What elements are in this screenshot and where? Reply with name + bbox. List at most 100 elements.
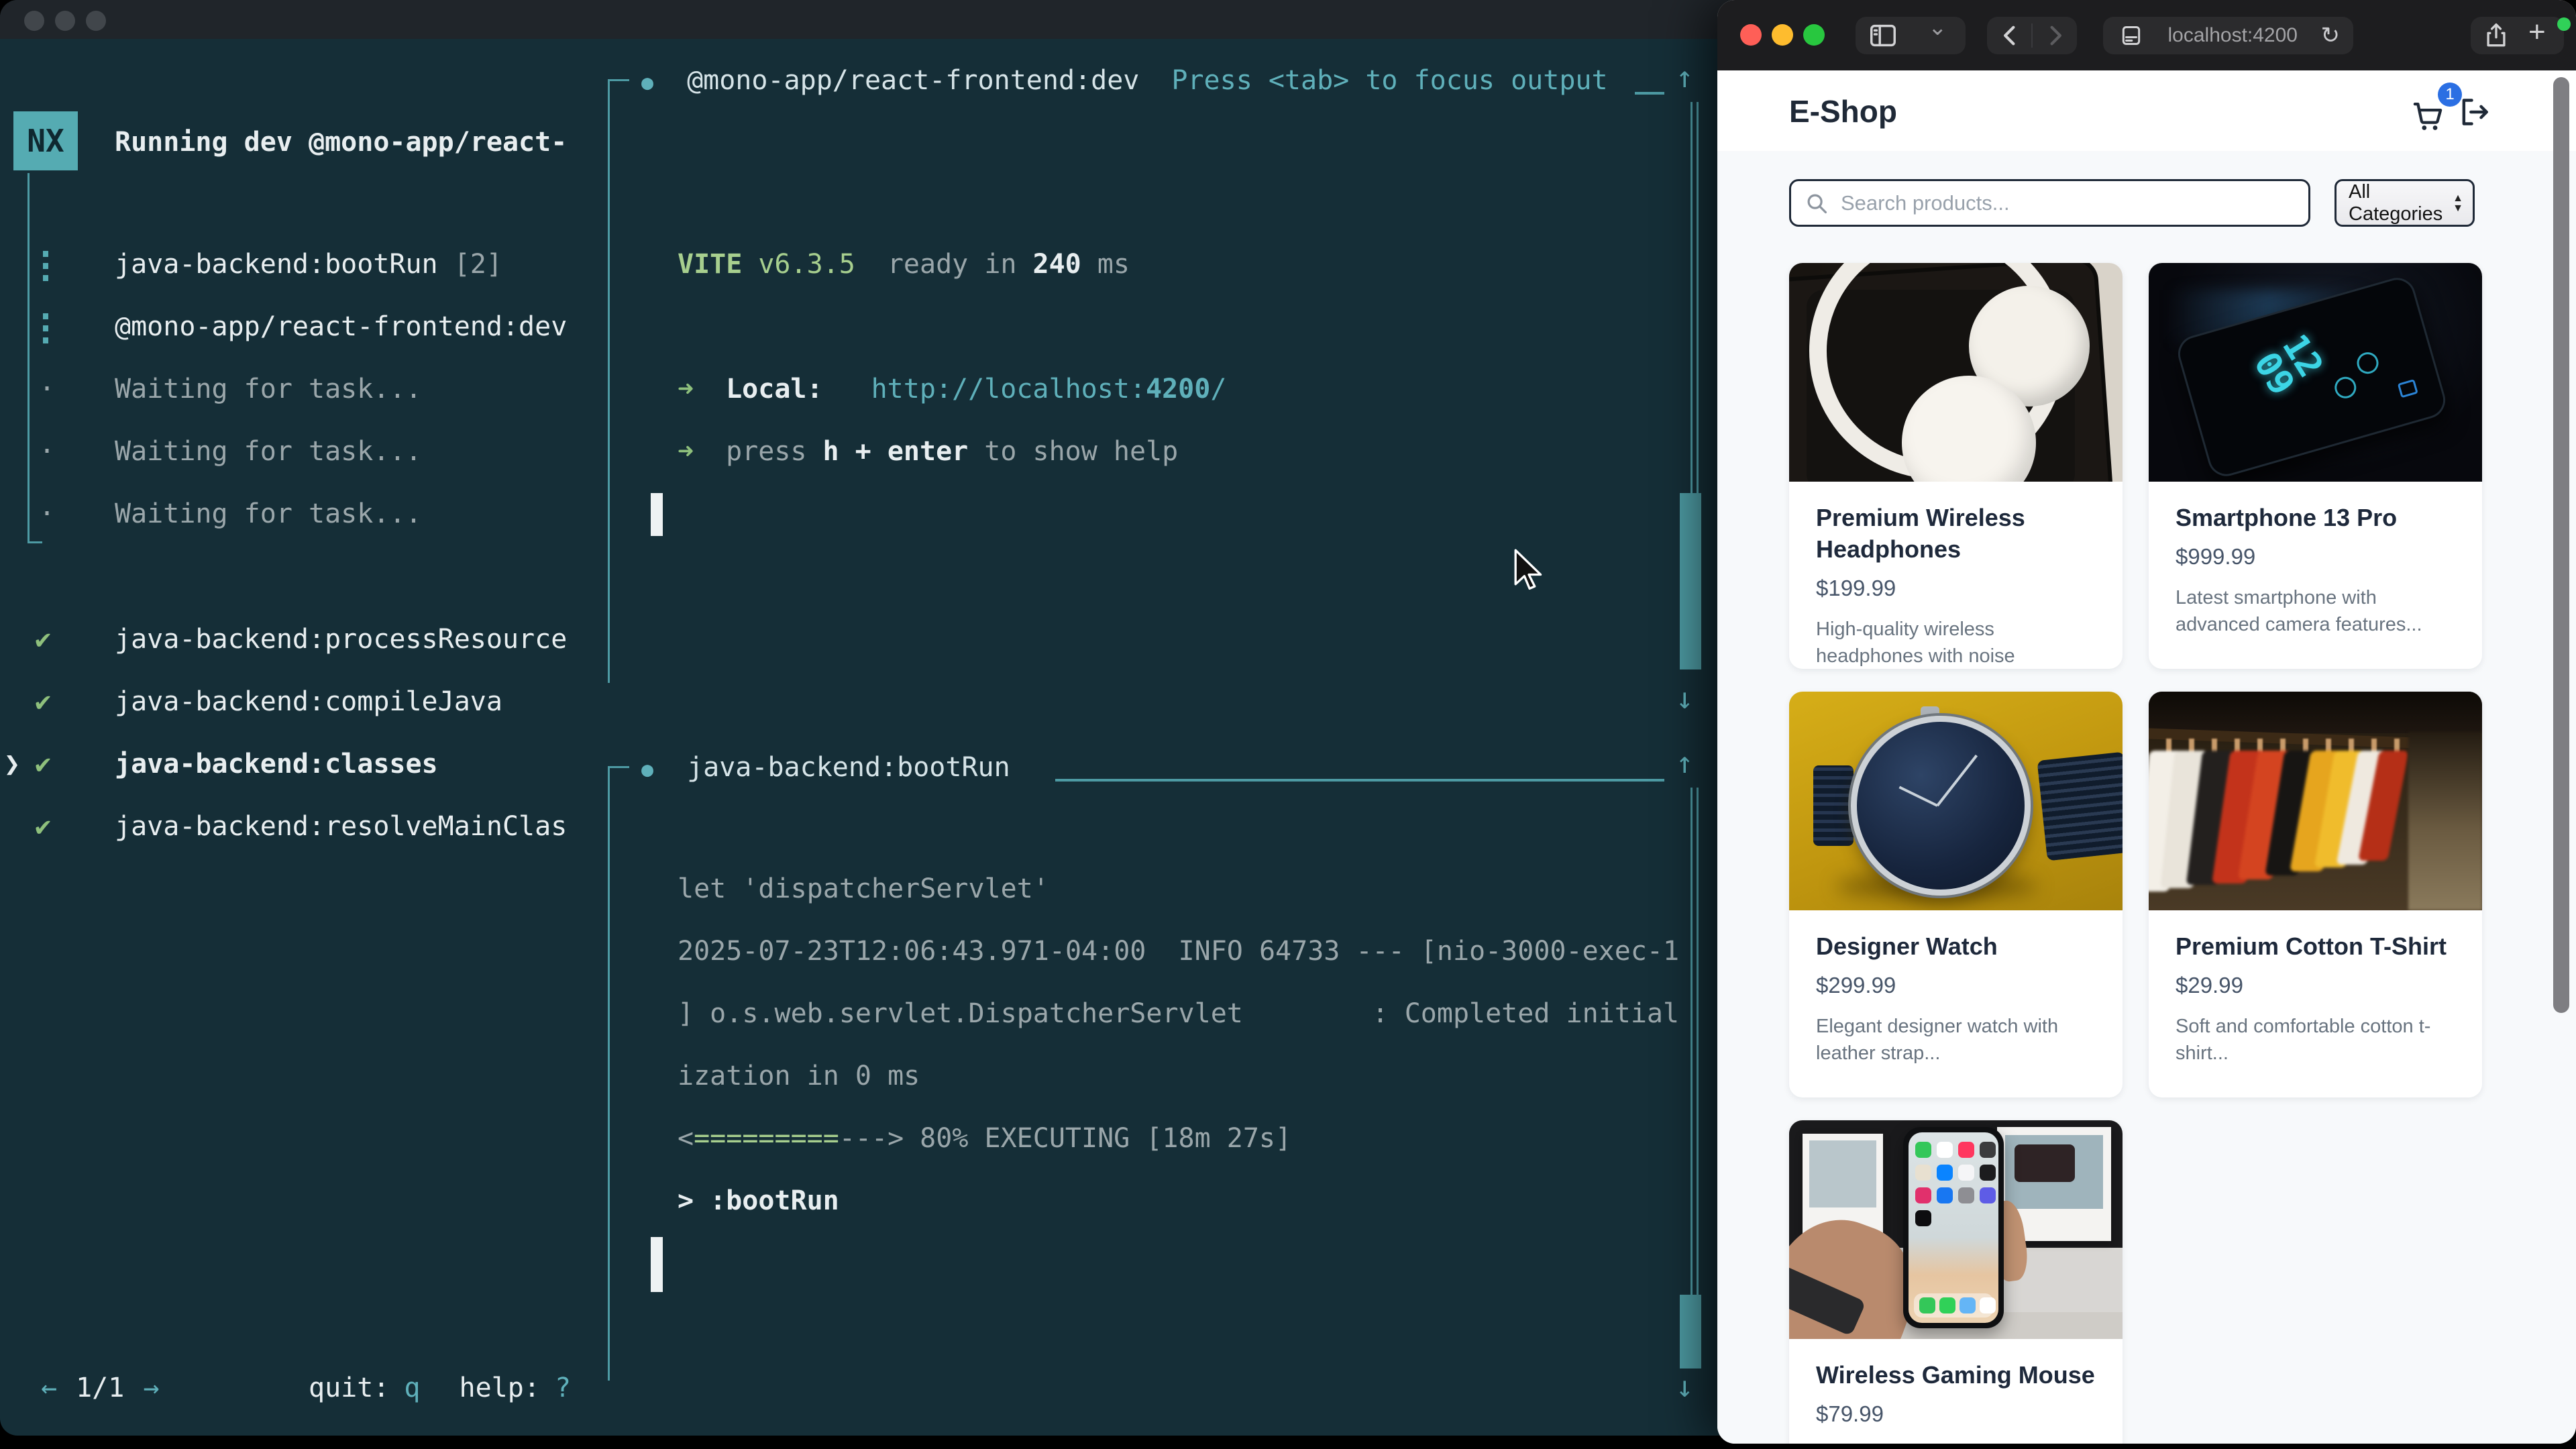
product-description: Soft and comfortable cotton t-shirt... [2176,1013,2455,1067]
vite-label: VITE [678,249,742,280]
close-icon[interactable] [24,11,44,31]
product-price: $79.99 [1816,1401,2096,1427]
arrow-icon: ➜ [678,436,694,467]
share-icon[interactable] [2481,21,2511,50]
mock-phone [1903,1127,2004,1328]
backend-panel-header: ●java-backend:bootRun [641,750,1010,788]
forward-icon[interactable] [2041,21,2069,50]
task-count: [2] [454,249,502,280]
product-card[interactable]: Premium Cotton T-Shirt $29.99 Soft and c… [2149,692,2482,1097]
mock-app [1915,1142,1931,1158]
category-select[interactable]: All Categories ▲▼ [2334,179,2475,227]
url-text[interactable]: localhost:4200 [2145,24,2321,47]
task-tree-line [28,173,30,543]
url-prefix: http://localhost: [871,374,1146,405]
terminal-window: NX Running dev @mono-app/react- java-bac… [0,0,1744,1436]
product-image-smartphone-ambient-display: 1209 [2149,263,2482,482]
nx-logo: NX [13,111,78,170]
product-info: Smartphone 13 Pro $999.99 Latest smartph… [2149,482,2482,638]
list-item: @mono-app/react-frontend:dev [115,309,567,344]
mouse-cursor-icon [1513,549,1544,593]
product-name: Premium Wireless Headphones [1816,502,2096,565]
browser-toolbar: ⌄ localhost:4200 ↻ [1717,0,2576,70]
select-arrows-icon: ▲▼ [2453,193,2463,213]
scrollbar-thumb[interactable] [1680,1295,1701,1368]
address-bar[interactable]: localhost:4200 ↻ [2103,17,2353,54]
mock-app [1958,1165,1974,1181]
mock-app [1915,1165,1931,1181]
task-label: java-backend:bootRun [115,249,438,280]
check-icon: ✔ [35,684,51,719]
scroll-up-icon[interactable]: ↑ [1676,60,1694,95]
page-title: E-Shop [1789,93,1897,129]
list-item: Waiting for task... [115,372,422,407]
search-input[interactable] [1789,179,2310,227]
product-card[interactable]: Designer Watch $299.99 Elegant designer … [1789,692,2123,1097]
dev-server-link[interactable]: http://localhost:4200/ [871,374,1227,405]
mock-app [1958,1187,1974,1203]
divider [2031,23,2033,48]
product-price: $999.99 [2176,544,2455,570]
task-label: @mono-app/react-frontend:dev [115,311,567,342]
product-card[interactable]: Wireless Gaming Mouse $79.99 High-perfor… [1789,1120,2123,1444]
zoom-icon[interactable] [1803,24,1825,46]
mock-app [1939,1297,1955,1313]
mock-icon-square [2398,379,2418,398]
new-tab-icon[interactable]: + [2528,15,2546,49]
queue-marker-icon [43,313,48,344]
sidebar-icon [1868,20,1898,51]
frontend-panel-header: ●@mono-app/react-frontend:devPress <tab>… [641,63,1608,101]
mock-app [1937,1165,1953,1181]
help-hint-line: ➜pressh + enterto show help [678,434,1178,469]
panel-border [608,766,610,1381]
log-line: ization in 0 ms [678,1059,920,1093]
scroll-up-icon[interactable]: ↑ [1676,746,1694,780]
scroll-down-icon[interactable]: ↓ [1676,1370,1694,1404]
product-image-shirts-on-rack [2149,692,2482,910]
queue-marker-icon [43,251,48,282]
cart-button[interactable]: 1 [2410,88,2453,135]
product-card[interactable]: 1209 Smartphone 13 Pro $999.99 Latest sm… [2149,263,2482,669]
url-slash: / [1210,374,1226,405]
prev-page-icon[interactable]: ← [41,1373,57,1403]
prompt-icon: > [678,1185,694,1216]
chevron-down-icon[interactable]: ⌄ [1928,14,1947,41]
mock-icon-dot [2355,350,2381,376]
recording-indicator-icon [2557,17,2571,31]
ready-text: ready in [888,249,1017,280]
scrollbar-thumb[interactable] [1680,493,1701,669]
mock-app [1980,1297,1996,1313]
page-indicator: 1/1 [76,1373,124,1403]
mock-app [1915,1210,1931,1226]
scroll-down-icon[interactable]: ↓ [1676,682,1694,716]
close-icon[interactable] [1740,24,1762,46]
minimize-icon[interactable] [1772,24,1793,46]
panel-title: @mono-app/react-frontend:dev [687,65,1139,96]
product-price: $299.99 [1816,973,2096,998]
sidebar-toggle-button[interactable]: ⌄ [1856,17,1966,54]
scrollbar-track[interactable] [1690,102,1699,493]
product-card[interactable]: Premium Wireless Headphones $199.99 High… [1789,263,2123,669]
search-field-wrap [1789,179,2310,227]
minimize-icon[interactable] [55,11,75,31]
logout-button[interactable] [2455,93,2493,131]
header-rule [1055,779,1664,782]
page-scrollbar-thumb[interactable] [2553,77,2569,1013]
press-prefix: press [726,436,806,467]
back-icon[interactable] [1996,21,2025,50]
pager: ← 1/1 → [41,1371,159,1405]
scrollbar-track[interactable] [1690,788,1699,1295]
mock-watch-face [1851,716,2031,896]
mock-camera [2015,1144,2075,1182]
mock-watch-hand [1898,786,1937,807]
mock-aisle [2408,732,2482,910]
zoom-icon[interactable] [86,11,106,31]
waiting-bullet-icon: · [39,496,55,531]
mock-shelf [2149,692,2482,733]
gradle-task-line: >:bootRun [678,1183,839,1218]
reload-icon[interactable]: ↻ [2321,22,2341,49]
check-icon: ✔ [35,747,51,782]
next-page-icon[interactable]: → [143,1373,159,1403]
product-price: $29.99 [2176,973,2455,998]
page-settings-icon[interactable] [2118,22,2145,49]
